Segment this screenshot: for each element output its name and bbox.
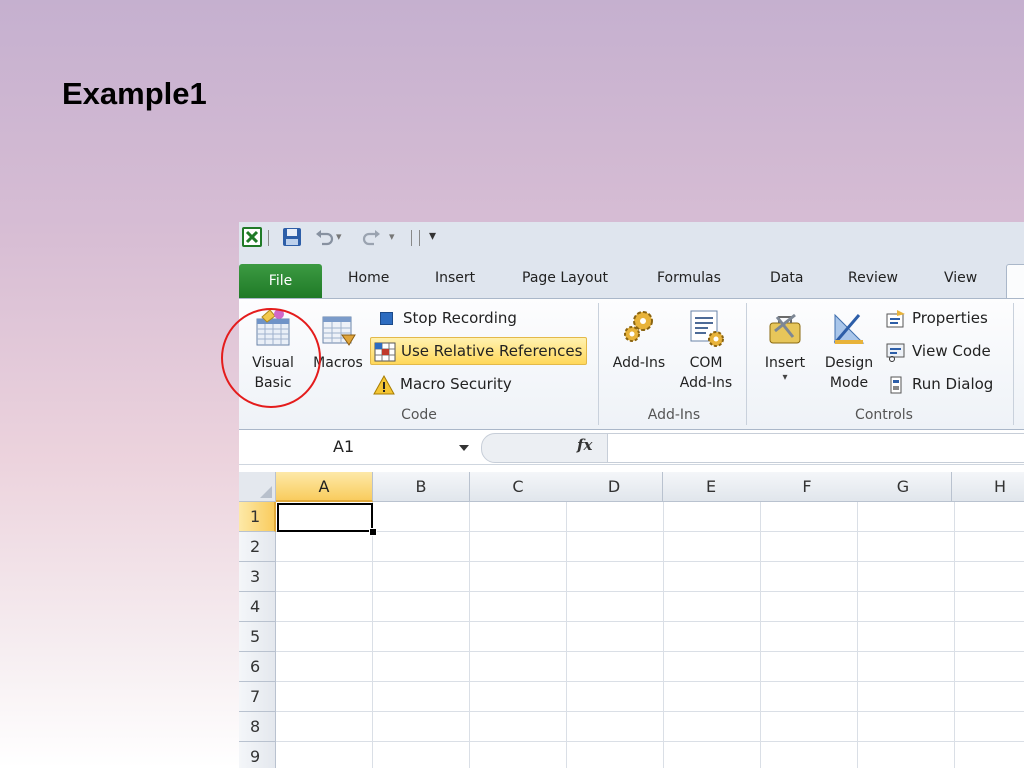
ribbon-tabs: File Home Insert Page Layout Formulas Da…: [239, 262, 1024, 299]
tab-formulas[interactable]: Formulas: [657, 270, 721, 286]
design-mode-button[interactable]: Design Mode: [817, 307, 881, 393]
row-header-2[interactable]: 2: [239, 532, 276, 562]
run-dialog-button[interactable]: Run Dialog: [885, 371, 993, 397]
com-add-ins-icon: [690, 310, 724, 347]
macro-security-label: Macro Security: [400, 375, 512, 393]
row-header-5[interactable]: 5: [239, 622, 276, 652]
macro-security-button[interactable]: Macro Security: [373, 371, 512, 397]
insert-function-icon[interactable]: fx: [577, 436, 592, 454]
name-box-dropdown-icon[interactable]: [459, 445, 469, 451]
macros-label: Macros: [313, 355, 363, 371]
select-all-button[interactable]: [239, 472, 276, 502]
excel-logo-icon: [242, 227, 262, 247]
formula-bar: A1 fx: [239, 430, 1024, 465]
controls-group-label: Controls: [855, 407, 913, 423]
design-mode-icon: [833, 313, 865, 344]
customize-qat-icon[interactable]: ▾: [429, 228, 436, 244]
redo-dropdown-icon[interactable]: ▾: [389, 230, 395, 243]
use-relative-references-label: Use Relative References: [401, 342, 583, 360]
com-add-ins-label-line2: Add-Ins: [679, 375, 733, 391]
column-header-e[interactable]: E: [663, 472, 760, 502]
row-header-7[interactable]: 7: [239, 682, 276, 712]
row-header-8[interactable]: 8: [239, 712, 276, 742]
insert-control-label: Insert: [764, 355, 806, 371]
qat-separator: [411, 230, 412, 246]
use-relative-references-button[interactable]: Use Relative References: [370, 337, 588, 365]
stop-recording-label: Stop Recording: [403, 309, 517, 327]
slide-title: Example1: [62, 76, 207, 111]
group-separator: [1013, 303, 1014, 425]
com-add-ins-label-line1: COM: [689, 355, 723, 371]
gears-icon: [624, 311, 653, 342]
toolbox-icon: [769, 313, 801, 344]
group-separator: [598, 303, 599, 425]
view-code-icon: [886, 343, 905, 362]
formula-input[interactable]: [607, 433, 1024, 463]
row-header-1[interactable]: 1: [239, 502, 276, 532]
tab-view[interactable]: View: [944, 270, 977, 286]
group-separator: [746, 303, 747, 425]
visual-basic-label-line2: Basic: [254, 375, 292, 391]
insert-dropdown-icon: ▾: [782, 372, 788, 383]
properties-icon: [886, 309, 905, 327]
stop-recording-button[interactable]: Stop Recording: [377, 305, 517, 331]
quick-access-toolbar: ▾ ▾ ▾: [239, 222, 1024, 262]
view-code-label: View Code: [912, 342, 991, 360]
column-header-d[interactable]: D: [566, 472, 663, 502]
column-header-f[interactable]: F: [759, 472, 856, 502]
excel-window: ▾ ▾ ▾ File Home Insert Page Layout Formu…: [239, 222, 1024, 768]
visual-basic-button[interactable]: Visual Basic: [247, 307, 299, 393]
ribbon-developer: Visual Basic Macros Stop Recording Use R…: [239, 298, 1024, 430]
tab-file[interactable]: File: [239, 264, 322, 298]
design-mode-label-line1: Design: [824, 355, 874, 371]
select-all-triangle-icon: [260, 486, 272, 498]
tab-page-layout[interactable]: Page Layout: [522, 270, 608, 286]
code-group-label: Code: [401, 407, 437, 423]
visual-basic-icon: [256, 309, 290, 346]
stop-square-icon: [380, 312, 393, 325]
tab-home[interactable]: Home: [348, 270, 389, 286]
tab-insert[interactable]: Insert: [435, 270, 475, 286]
undo-icon[interactable]: [313, 226, 335, 248]
active-cell-a1[interactable]: [277, 503, 373, 532]
add-ins-label: Add-Ins: [612, 355, 666, 371]
qat-separator: [419, 230, 420, 246]
tab-developer[interactable]: [1006, 264, 1024, 299]
properties-button[interactable]: Properties: [885, 305, 988, 331]
cell-area[interactable]: [276, 502, 1024, 768]
properties-label: Properties: [912, 309, 988, 327]
column-header-a[interactable]: A: [276, 472, 373, 502]
fill-handle[interactable]: [369, 528, 377, 536]
design-mode-label-line2: Mode: [829, 375, 869, 391]
macros-button[interactable]: Macros: [309, 307, 367, 373]
redo-icon[interactable]: [361, 226, 383, 248]
insert-control-button[interactable]: Insert ▾: [757, 307, 813, 383]
relative-references-icon: [374, 342, 396, 361]
save-icon[interactable]: [281, 226, 303, 248]
warning-icon: [373, 374, 395, 394]
tab-review[interactable]: Review: [848, 270, 898, 286]
row-header-9[interactable]: 9: [239, 742, 276, 768]
run-dialog-label: Run Dialog: [912, 375, 994, 393]
row-header-3[interactable]: 3: [239, 562, 276, 592]
run-dialog-icon: [890, 376, 902, 393]
add-ins-group-label: Add-Ins: [647, 407, 701, 423]
worksheet-grid: A B C D E F G H 1 2 3 4 5 6 7 8 9: [239, 472, 1024, 768]
column-header-g[interactable]: G: [855, 472, 952, 502]
qat-separator: [268, 230, 269, 246]
column-header-h[interactable]: H: [952, 472, 1024, 502]
name-box[interactable]: A1: [239, 432, 479, 460]
com-add-ins-button[interactable]: COM Add-Ins: [673, 307, 739, 393]
undo-dropdown-icon[interactable]: ▾: [336, 230, 342, 243]
row-header-4[interactable]: 4: [239, 592, 276, 622]
view-code-button[interactable]: View Code: [885, 338, 991, 364]
column-header-b[interactable]: B: [373, 472, 470, 502]
add-ins-button[interactable]: Add-Ins: [607, 307, 671, 373]
column-header-c[interactable]: C: [470, 472, 567, 502]
visual-basic-label-line1: Visual: [252, 355, 294, 371]
row-header-6[interactable]: 6: [239, 652, 276, 682]
name-box-value: A1: [333, 437, 355, 456]
tab-data[interactable]: Data: [770, 270, 803, 286]
macros-icon: [322, 316, 356, 346]
